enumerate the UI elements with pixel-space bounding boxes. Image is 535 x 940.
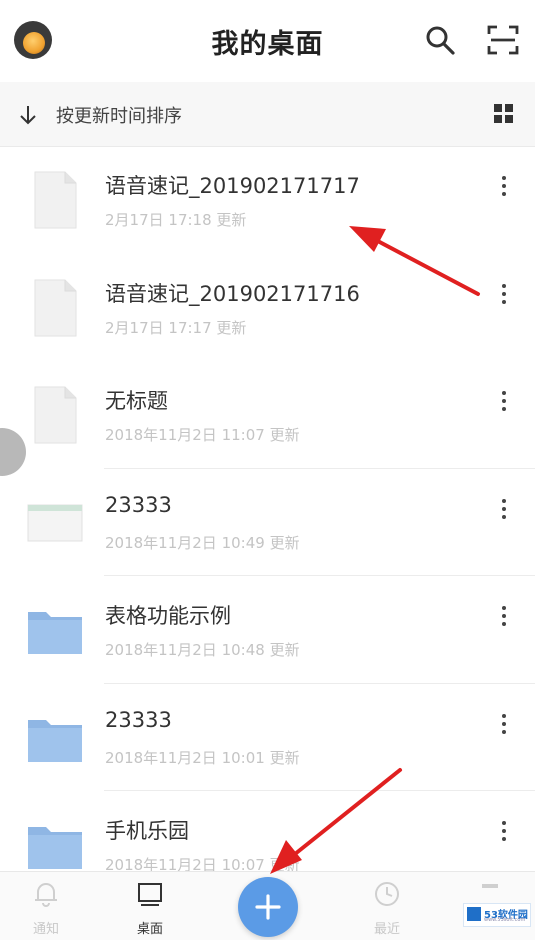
item-name: 23333 — [105, 707, 172, 732]
tab-label: 桌面 — [136, 922, 163, 937]
clock-icon — [375, 882, 399, 906]
folder-icon — [26, 815, 84, 875]
search-icon[interactable] — [424, 24, 456, 56]
list-item[interactable]: 语音速记_201902171716 2月17日 17:17 更新 — [0, 254, 535, 362]
item-updated-time: 2018年11月2日 11:07 更新 — [105, 426, 300, 444]
tab-label: 最近 — [373, 922, 400, 937]
item-name: 手机乐园 — [105, 819, 189, 843]
watermark-subtext: www.53soft.com — [484, 917, 526, 923]
watermark-logo-icon — [467, 907, 481, 921]
bell-icon — [35, 883, 57, 907]
item-name: 无标题 — [105, 389, 168, 413]
tab-recent[interactable]: 最近 — [347, 872, 427, 940]
list-item[interactable]: 语音速记_201902171717 2月17日 17:18 更新 — [0, 146, 535, 254]
desktop-icon — [138, 883, 162, 906]
item-name: 语音速记_201902171717 — [105, 174, 360, 198]
sort-label: 按更新时间排序 — [56, 106, 182, 127]
folder-icon — [26, 600, 84, 660]
document-icon — [26, 170, 84, 230]
more-options-icon[interactable] — [496, 604, 512, 628]
app-header: 我的桌面 — [0, 0, 535, 82]
item-updated-time: 2018年11月2日 10:49 更新 — [105, 533, 300, 552]
item-name: 表格功能示例 — [105, 604, 231, 628]
scan-icon[interactable] — [487, 24, 519, 56]
plus-icon — [255, 894, 281, 920]
document-icon — [26, 385, 84, 445]
add-button[interactable] — [238, 877, 298, 937]
arrow-down-icon — [20, 106, 36, 125]
list-item[interactable]: 23333 2018年11月2日 10:01 更新 — [0, 684, 535, 791]
list-item[interactable]: 无标题 2018年11月2日 11:07 更新 — [0, 361, 535, 469]
document-icon — [26, 278, 84, 338]
grid-view-icon[interactable] — [494, 104, 514, 124]
item-updated-time: 2月17日 17:18 更新 — [105, 211, 247, 229]
more-options-icon[interactable] — [496, 819, 512, 843]
item-name: 语音速记_201902171716 — [105, 281, 360, 306]
list-item[interactable]: 23333 2018年11月2日 10:49 更新 — [0, 469, 535, 576]
item-updated-time: 2月17日 17:17 更新 — [105, 318, 247, 337]
watermark: 53软件园 www.53soft.com — [463, 903, 531, 927]
item-updated-time: 2018年11月2日 10:48 更新 — [105, 641, 300, 659]
item-updated-time: 2018年11月2日 10:01 更新 — [105, 748, 300, 767]
more-options-icon[interactable] — [496, 712, 512, 736]
tab-notifications[interactable]: 通知 — [6, 872, 86, 940]
more-options-icon[interactable] — [496, 282, 512, 306]
spreadsheet-icon — [26, 493, 84, 553]
file-list: 语音速记_201902171717 2月17日 17:18 更新 语音速记_201… — [0, 146, 535, 899]
more-options-icon[interactable] — [496, 389, 512, 413]
folder-icon — [26, 708, 84, 768]
more-options-icon[interactable] — [496, 497, 512, 521]
item-name: 23333 — [105, 492, 172, 517]
sort-bar[interactable]: 按更新时间排序 — [0, 82, 535, 147]
tab-label: 通知 — [32, 922, 59, 937]
tab-desktop[interactable]: 桌面 — [110, 872, 190, 940]
more-options-icon[interactable] — [496, 174, 512, 198]
list-item[interactable]: 表格功能示例 2018年11月2日 10:48 更新 — [0, 576, 535, 684]
